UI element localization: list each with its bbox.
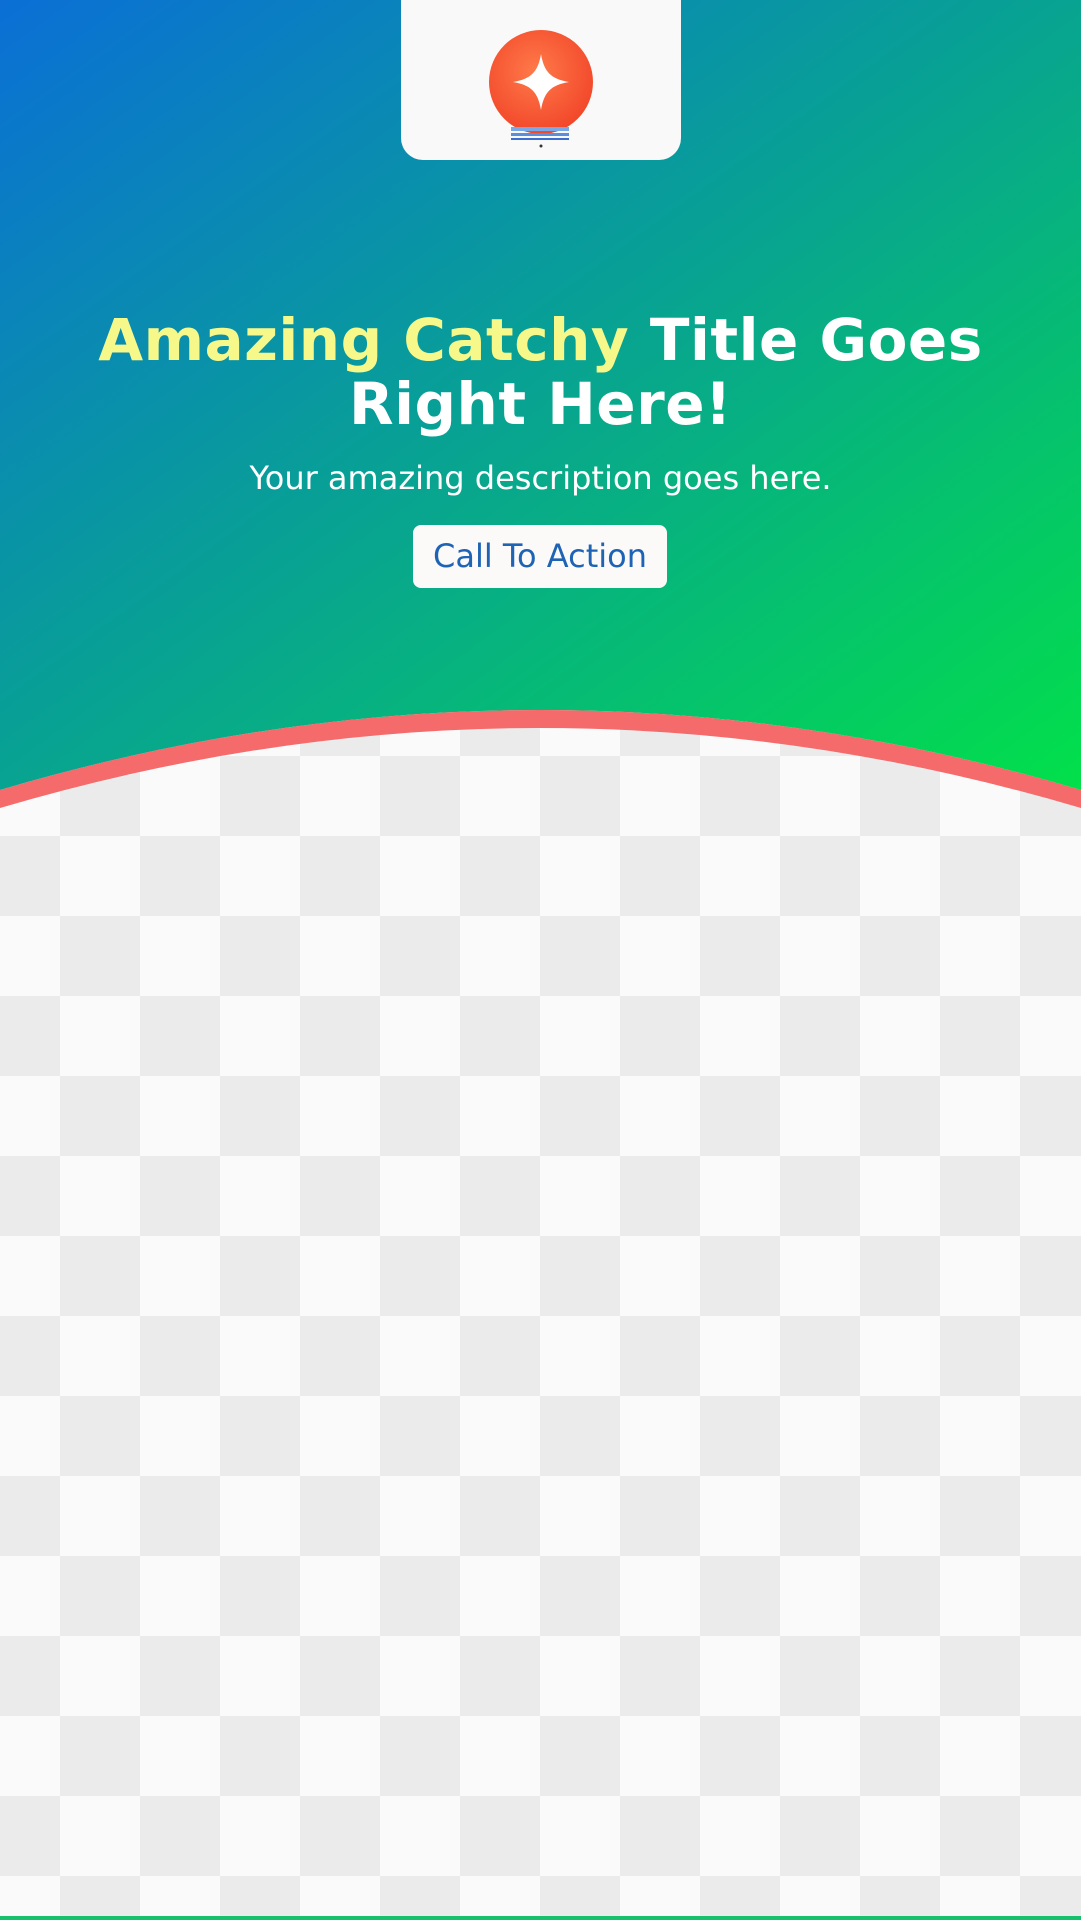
logo-card xyxy=(401,0,681,160)
sparkle-bulb-icon xyxy=(489,30,593,148)
title-line1-rest: Title Goes xyxy=(629,306,983,374)
call-to-action-button[interactable]: Call To Action xyxy=(413,525,667,588)
description-text: Your amazing description goes here. xyxy=(249,459,832,497)
page-title: Amazing Catchy Title Goes Right Here! xyxy=(60,308,1021,436)
bottom-border xyxy=(0,1916,1081,1920)
title-highlight: Amazing Catchy xyxy=(98,306,630,374)
title-line2: Right Here! xyxy=(348,370,733,438)
